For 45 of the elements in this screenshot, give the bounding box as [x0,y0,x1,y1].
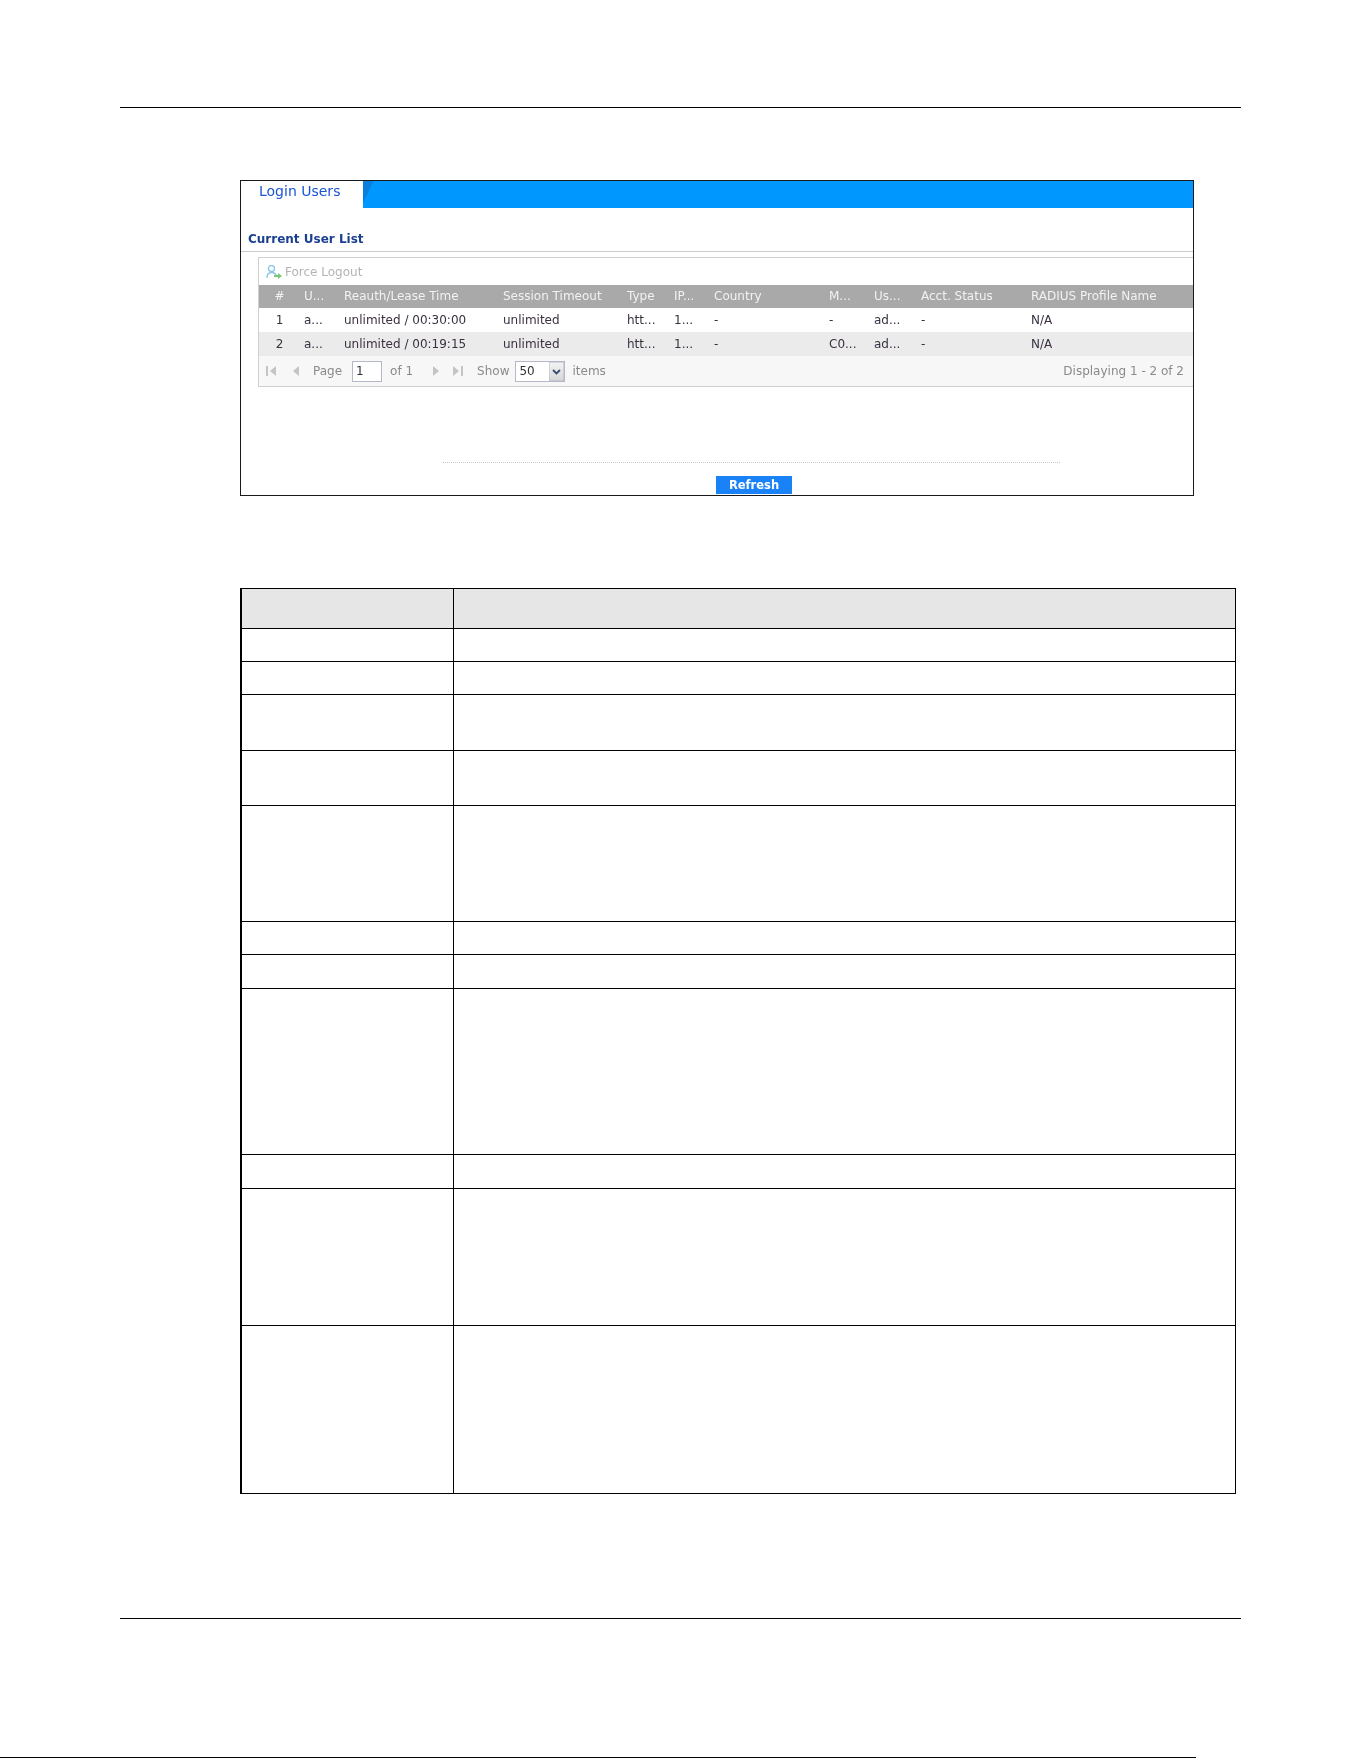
table-cell-text: a... [303,312,323,329]
show-label: Show [477,364,510,378]
table-cell-text: - [713,312,719,329]
table-cell-text: C0... [828,336,857,353]
column-header[interactable]: # [274,285,285,308]
table-cell-text: unlimited / 00:30:00 [343,312,467,329]
page-count-label: of 1 [390,364,414,378]
page-input-field[interactable]: 1 [352,360,383,382]
table-cell-text: ad... [873,336,901,353]
table-cell-text: a... [303,336,323,353]
table-cell-text: - [920,336,926,353]
column-header[interactable]: Us... [870,285,901,308]
column-header[interactable]: RADIUS Profile Name [1027,285,1157,308]
table-cell-text: - [828,312,834,329]
table-cell-text: 1... [673,312,694,329]
page-label: Page [313,364,343,378]
caret-down-icon [549,361,565,381]
column-header[interactable]: M... [825,285,851,308]
table-cell-text: unlimited / 00:19:15 [343,336,467,353]
table-cell-text: unlimited [502,336,560,353]
section-title: Current User List [248,231,364,247]
items-label: items [572,364,606,378]
display-summary: Displaying 1 - 2 of 2 [1063,364,1184,378]
table-cell-text: N/A [1030,336,1053,353]
column-header[interactable]: U... [300,285,325,308]
column-header[interactable]: Country [710,285,762,308]
table-cell-text: htt... [626,312,656,329]
refresh-button[interactable]: Refresh [716,476,792,494]
table-cell-text: - [713,336,719,353]
table-cell-text: unlimited [502,312,560,329]
column-header[interactable]: Type [623,285,655,308]
column-header[interactable]: Session Timeout [499,285,602,308]
table-cell-text: - [920,312,926,329]
table-cell-text: 2 [275,336,284,353]
column-header[interactable]: IP... [670,285,695,308]
table-cell-text: 1... [673,336,694,353]
table-row[interactable]: 2 a... unlimited / 00:19:15 unlimited htt... 1... - C0... ad... - N/A [259,332,1193,356]
table-cell-text: ad... [873,312,901,329]
items-per-page-dropdown[interactable]: 50 [515,360,566,382]
column-header[interactable]: Reauth/Lease Time [340,285,459,308]
table-cell-text: 1 [275,312,284,329]
column-header[interactable]: Acct. Status [917,285,993,308]
table-cell-text: N/A [1030,312,1053,329]
table-cell-text: htt... [626,336,656,353]
user-arrow-icon [266,264,282,279]
